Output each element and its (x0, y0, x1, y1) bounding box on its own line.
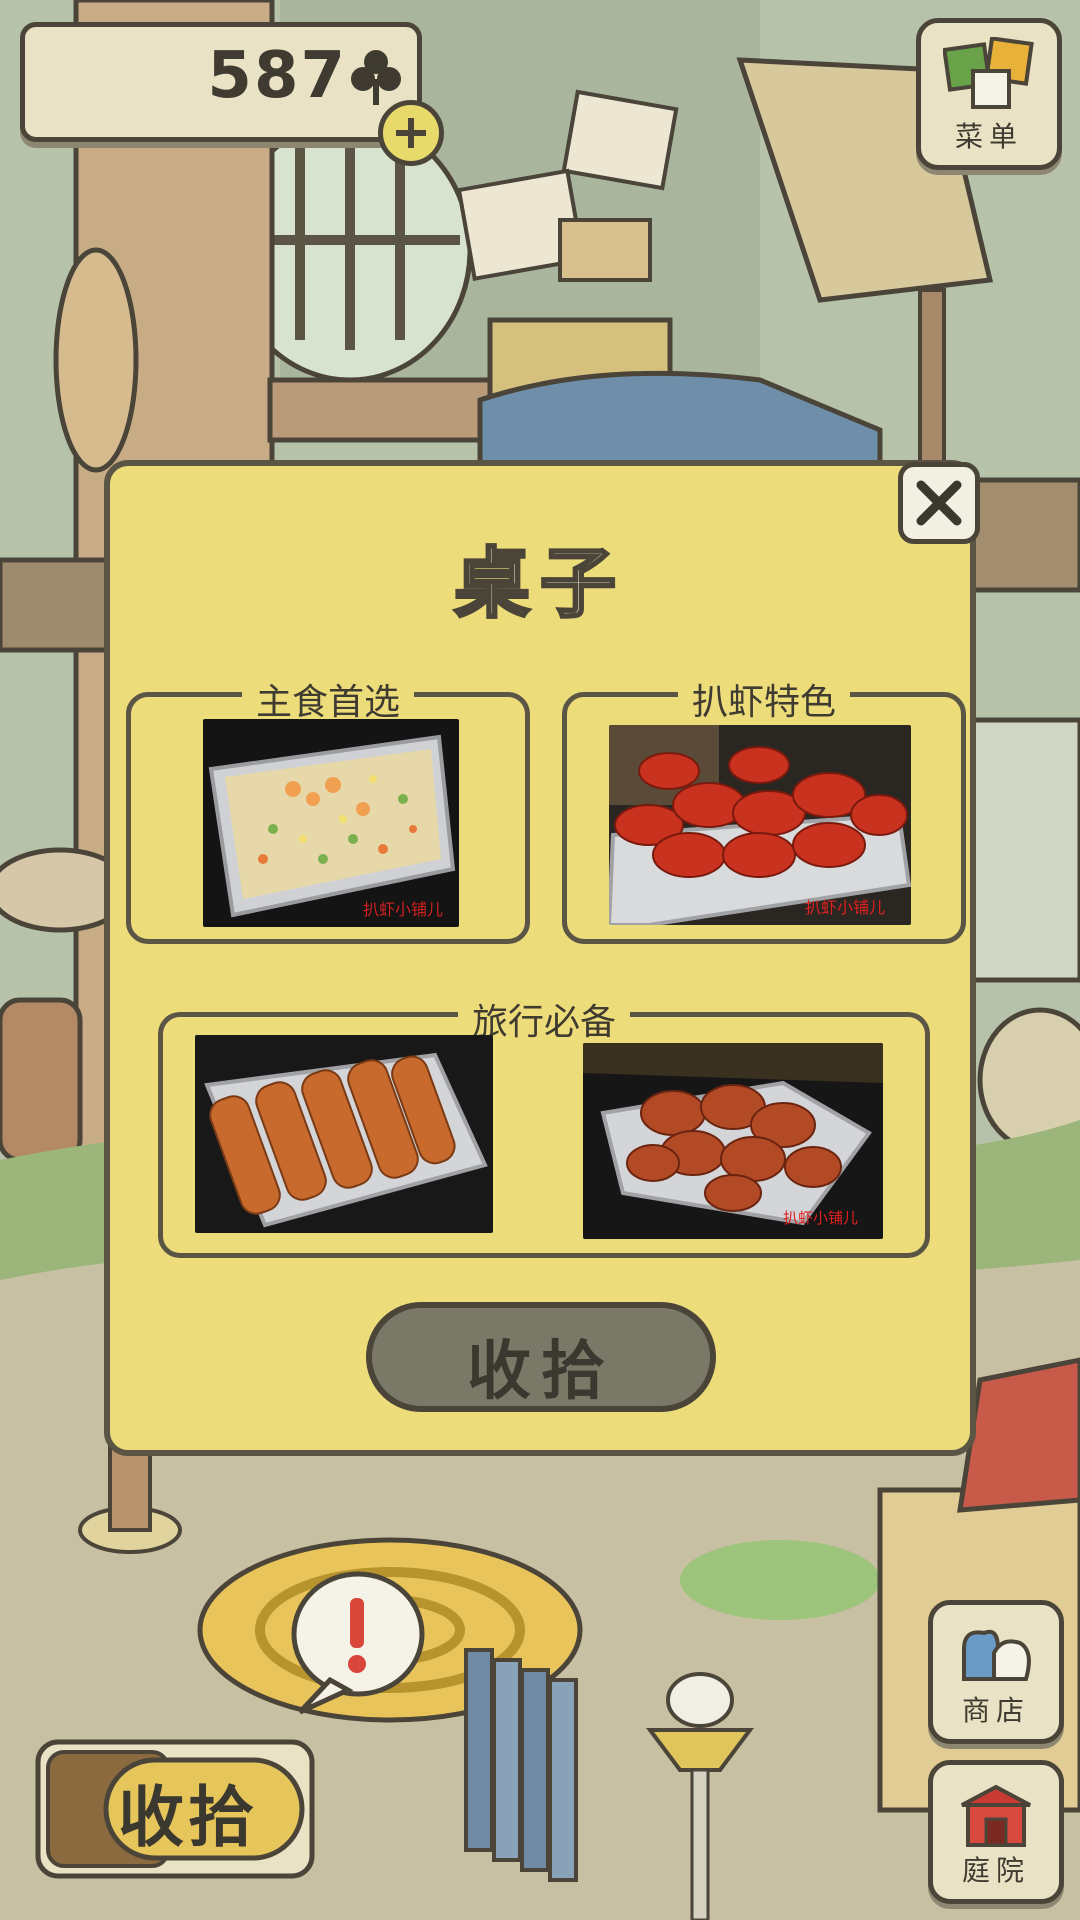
mantis-shrimp-photo[interactable] (195, 1035, 493, 1233)
svg-text:扒虾小铺儿: 扒虾小铺儿 (783, 1209, 858, 1227)
crayfish-photo[interactable]: 扒虾小铺儿 (609, 725, 911, 925)
yard-label: 庭院 (961, 1854, 1030, 1887)
group-crayfish-special: 扒虾特色 扒虾小铺儿 (562, 673, 966, 944)
close-icon (916, 480, 962, 526)
bottom-collect-label: 收拾 (118, 1779, 258, 1856)
yard-icon (961, 1784, 1031, 1847)
svg-text:扒虾小铺儿: 扒虾小铺儿 (805, 898, 885, 917)
bottom-collect-button[interactable]: 收拾 (34, 1738, 316, 1880)
collect-button[interactable]: 收拾 (366, 1302, 716, 1412)
dialog-title: 桌子 (453, 538, 626, 630)
menu-icon (943, 37, 1034, 109)
group-label-staple-food: 主食首选 (241, 673, 415, 725)
clover-counter: 587 (20, 22, 422, 142)
shop-button[interactable]: 商店 (928, 1600, 1064, 1744)
close-button[interactable] (898, 462, 980, 544)
clover-count: 587 (207, 39, 347, 113)
menu-button[interactable]: 菜单 (916, 18, 1062, 170)
shop-icon (962, 1629, 1031, 1681)
svg-text:扒虾小铺儿: 扒虾小铺儿 (363, 900, 443, 919)
crab-photo[interactable]: 扒虾小铺儿 (583, 1043, 883, 1239)
menu-label: 菜单 (954, 120, 1023, 153)
add-clover-button[interactable] (378, 100, 444, 166)
shop-label: 商店 (961, 1694, 1030, 1727)
yard-button[interactable]: 庭院 (928, 1760, 1064, 1904)
collect-button-label: 收拾 (467, 1335, 615, 1409)
group-travel-essentials: 旅行必备 扒虾小铺儿 (158, 993, 930, 1258)
group-staple-food: 主食首选 扒虾小铺儿 (126, 673, 530, 944)
clover-icon (351, 50, 401, 105)
table-dialog: 桌子 主食首选 扒虾小铺儿 扒虾特色 扒虾小铺儿 旅行必备 扒虾小铺儿 收拾 (104, 460, 976, 1456)
fried-rice-photo[interactable]: 扒虾小铺儿 (203, 719, 459, 927)
group-label-crayfish-special: 扒虾特色 (677, 673, 851, 725)
